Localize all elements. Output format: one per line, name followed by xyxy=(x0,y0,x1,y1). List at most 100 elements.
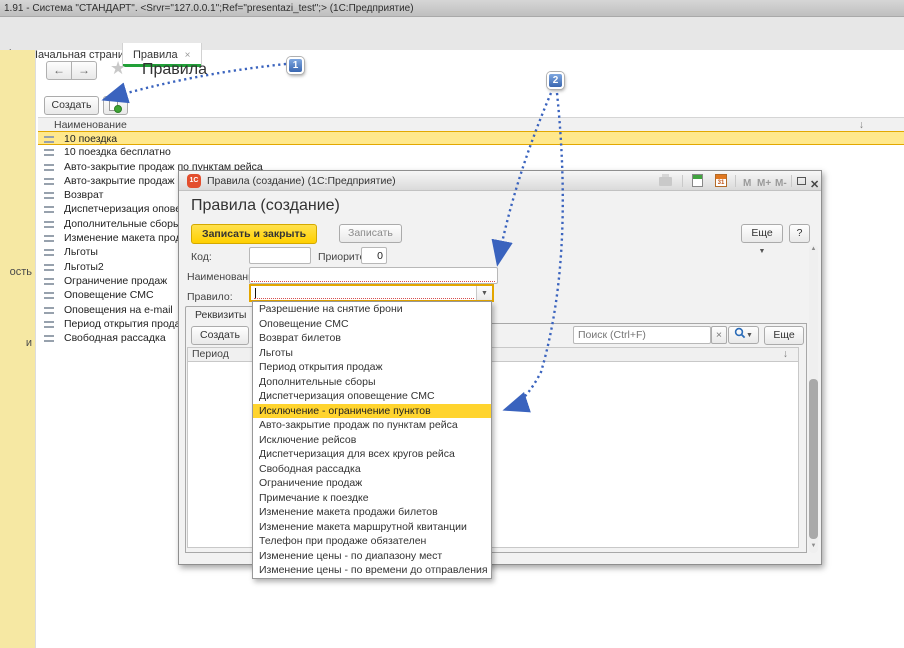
catalog-item-icon xyxy=(44,249,54,256)
catalog-item-icon xyxy=(44,149,54,156)
combobox-dropdown-button[interactable]: ▼ xyxy=(476,286,492,300)
save-and-close-button[interactable]: Записать и закрыть xyxy=(191,224,317,244)
create-group-button[interactable] xyxy=(103,96,128,115)
more-button[interactable]: Еще ▼ xyxy=(741,224,783,243)
dropdown-item[interactable]: Ограничение продаж xyxy=(253,476,491,491)
dropdown-item[interactable]: Изменение макета маршрутной квитанции xyxy=(253,520,491,535)
dialog-title: Правила (создание) (1С:Предприятие) xyxy=(207,171,396,191)
catalog-item-icon xyxy=(44,335,54,342)
chevron-down-icon: ▼ xyxy=(481,290,488,297)
list-header-label: Наименование xyxy=(54,118,127,132)
dropdown-item[interactable]: Примечание к поездке xyxy=(253,491,491,506)
rule-label: Правило: xyxy=(187,291,233,303)
memory-plus-button[interactable]: M+ xyxy=(757,174,771,194)
catalog-item-icon xyxy=(44,264,54,271)
dropdown-item[interactable]: Оповещение СМС xyxy=(253,317,491,332)
required-field-underline xyxy=(254,298,474,299)
separator xyxy=(791,175,792,187)
dropdown-item[interactable]: Исключение рейсов xyxy=(253,433,491,448)
catalog-item-icon xyxy=(44,235,54,242)
sort-descending-icon[interactable]: ↓ xyxy=(783,348,788,361)
rule-combobox[interactable]: ▼ xyxy=(249,284,494,302)
catalog-item-icon xyxy=(44,178,54,185)
search-clear-button[interactable]: × xyxy=(711,326,727,344)
catalog-item-icon xyxy=(44,206,54,213)
1c-logo-icon: 1С xyxy=(187,174,201,188)
memory-button[interactable]: M xyxy=(743,174,751,194)
dropdown-item[interactable]: Диспетчеризация для всех кругов рейса xyxy=(253,447,491,462)
list-item[interactable]: 10 поездка бесплатно xyxy=(38,145,904,159)
calendar-icon[interactable]: 31 xyxy=(715,174,727,187)
dialog-heading: Правила (создание) xyxy=(191,197,340,215)
list-header[interactable]: Наименование ↓ xyxy=(38,117,904,132)
separator xyxy=(682,175,683,187)
save-button[interactable]: Записать xyxy=(339,224,402,243)
dialog-create-button[interactable]: Создать xyxy=(191,326,249,345)
catalog-item-icon xyxy=(44,278,54,285)
dropdown-item[interactable]: Изменение макета продажи билетов xyxy=(253,505,491,520)
dropdown-item[interactable]: Льготы xyxy=(253,346,491,361)
callout-badge-1: 1 xyxy=(287,57,304,74)
green-new-icon xyxy=(114,105,122,113)
separator xyxy=(735,175,736,187)
dropdown-item[interactable]: Разрешение на снятие брони xyxy=(253,302,491,317)
catalog-item-icon xyxy=(44,136,54,143)
list-item-selected[interactable]: 10 поездка xyxy=(38,131,904,145)
forward-button[interactable]: → xyxy=(71,61,97,80)
dropdown-item[interactable]: Свободная рассадка xyxy=(253,462,491,477)
catalog-item-icon xyxy=(44,307,54,314)
search-icon xyxy=(734,327,746,339)
dialog-titlebar[interactable]: 1С Правила (создание) (1С:Предприятие) 3… xyxy=(179,171,821,191)
dropdown-item[interactable]: Изменение цены - по времени до отправлен… xyxy=(253,563,491,578)
dropdown-item[interactable]: Авто-закрытие продаж по пунктам рейса xyxy=(253,418,491,433)
window-titlebar: 1.91 - Система "СТАНДАРТ". <Srvr="127.0.… xyxy=(0,0,904,17)
sections-panel[interactable]: ость и оездки xyxy=(0,50,36,648)
memory-minus-button[interactable]: M- xyxy=(775,174,787,194)
scroll-down-icon[interactable]: ▼ xyxy=(809,543,818,549)
tab-bar: ⌂ Начальная страница Правила× xyxy=(0,17,904,50)
dialog-scrollbar-thumb[interactable] xyxy=(809,379,818,539)
priority-field[interactable] xyxy=(361,247,387,264)
back-button[interactable]: ← xyxy=(46,61,72,80)
calculator-icon[interactable] xyxy=(692,174,703,187)
dropdown-item[interactable]: Диспетчеризация оповещение СМС xyxy=(253,389,491,404)
tab-pravila-label: Правила xyxy=(133,49,178,61)
search-options-button[interactable]: ▼ xyxy=(728,326,759,344)
text-cursor xyxy=(255,288,256,298)
dialog-table-more-button[interactable]: Еще ▼ xyxy=(764,326,804,345)
catalog-item-icon xyxy=(44,192,54,199)
dropdown-item[interactable]: Дополнительные сборы xyxy=(253,375,491,390)
dropdown-item[interactable]: Изменение цены - по диапазону мест xyxy=(253,549,491,564)
favorite-star-icon[interactable]: ★ xyxy=(110,58,126,79)
app-window: 1.91 - Система "СТАНДАРТ". <Srvr="127.0.… xyxy=(0,0,904,648)
print-icon[interactable] xyxy=(659,177,672,186)
chevron-down-icon: ▼ xyxy=(759,248,766,255)
scroll-up-icon[interactable]: ▲ xyxy=(809,246,818,252)
catalog-item-icon xyxy=(44,164,54,171)
catalog-item-icon xyxy=(44,221,54,228)
tab-close-icon[interactable]: × xyxy=(185,50,191,61)
forward-icon: → xyxy=(78,63,90,77)
back-icon: ← xyxy=(53,63,65,77)
tab-rekvizity[interactable]: Реквизиты xyxy=(185,306,256,324)
dropdown-item-highlighted[interactable]: Исключение - ограничение пунктов xyxy=(253,404,491,419)
catalog-item-icon xyxy=(44,292,54,299)
section-fragment: ость xyxy=(10,266,32,278)
search-input[interactable] xyxy=(573,326,711,344)
dropdown-item[interactable]: Возврат билетов xyxy=(253,331,491,346)
dropdown-item[interactable]: Период открытия продаж xyxy=(253,360,491,375)
dropdown-item[interactable]: Телефон при продаже обязателен xyxy=(253,534,491,549)
code-label: Код: xyxy=(191,251,212,263)
close-icon[interactable]: ✕ xyxy=(810,175,819,195)
help-button[interactable]: ? xyxy=(789,224,810,243)
section-fragment: и xyxy=(26,337,32,349)
sort-descending-icon[interactable]: ↓ xyxy=(859,118,864,132)
period-column-label: Период xyxy=(192,348,229,361)
rule-dropdown-list: Разрешение на снятие брони Оповещение СМ… xyxy=(252,301,492,579)
create-button[interactable]: Создать xyxy=(44,96,99,115)
callout-badge-2: 2 xyxy=(547,72,564,89)
window-title: 1.91 - Система "СТАНДАРТ". <Srvr="127.0.… xyxy=(4,3,414,14)
maximize-icon[interactable] xyxy=(797,177,806,185)
name-field[interactable] xyxy=(249,267,498,284)
code-field[interactable] xyxy=(249,247,311,264)
